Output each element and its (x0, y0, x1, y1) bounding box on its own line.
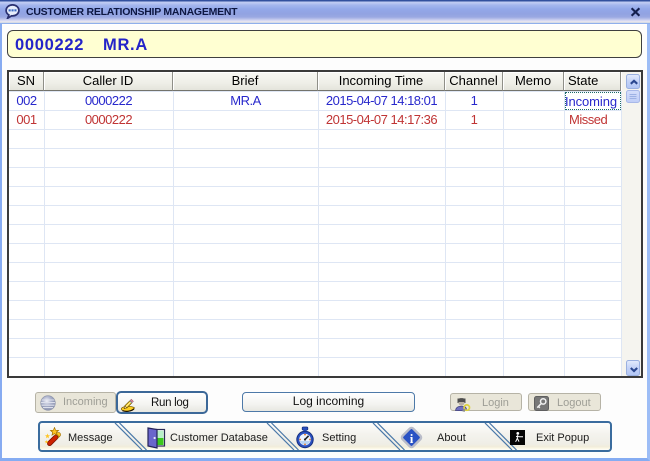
svg-text:i: i (410, 431, 414, 446)
